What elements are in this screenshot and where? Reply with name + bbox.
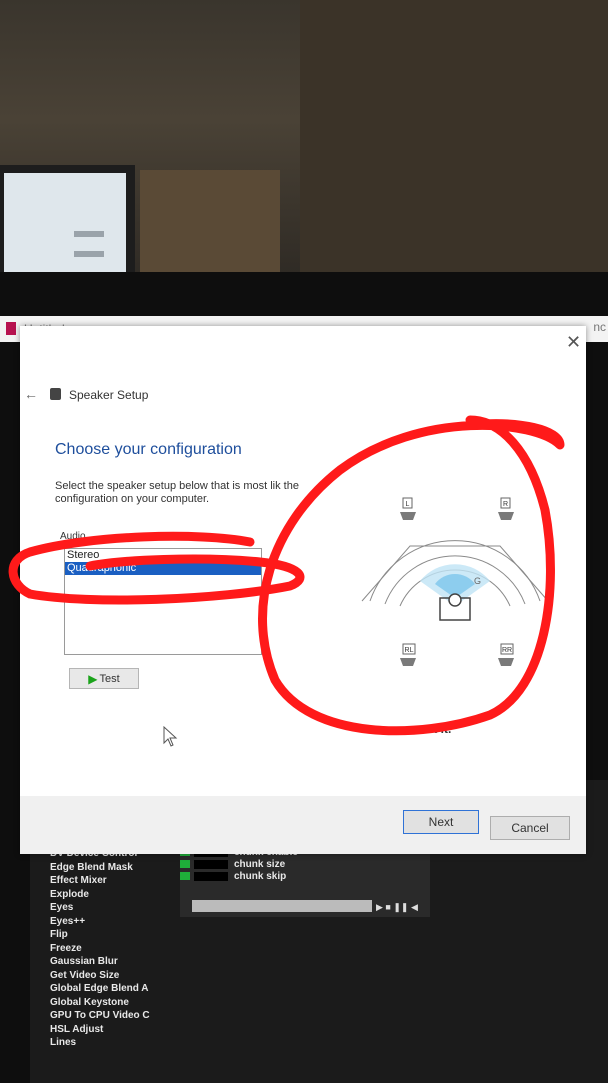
speaker-label-rl: RL [405, 647, 414, 654]
cancel-button[interactable]: Cancel [490, 816, 570, 840]
speaker-icon [50, 388, 61, 400]
page-title: Choose your configuration [55, 441, 242, 458]
play-icon: ▶ [88, 671, 98, 686]
window-title-right: nc [593, 320, 606, 334]
shelf [140, 170, 280, 280]
speaker-setup-dialog: ✕ ← Speaker Setup Choose your configurat… [20, 326, 586, 854]
effect-list-item[interactable]: Gaussian Blur [50, 955, 190, 969]
effect-list-item[interactable]: Explode [50, 888, 190, 902]
transport-controls[interactable]: ▶ ■ ❚❚ ◀ [376, 902, 418, 913]
option-quadraphonic[interactable]: Quadraphonic [65, 562, 261, 575]
wall [300, 0, 608, 280]
instructions: Select the speaker setup below that is m… [55, 480, 299, 505]
effect-list-item[interactable]: Edge Blend Mask [50, 861, 190, 875]
test-label: Test [99, 672, 120, 685]
option-stereo[interactable]: Stereo [65, 549, 261, 562]
effect-list-item[interactable]: Global Edge Blend A [50, 982, 190, 996]
effect-list-item[interactable]: GPU To CPU Video C [50, 1009, 190, 1023]
dialog-footer: Next Cancel [20, 796, 586, 854]
param-label: chunk skip [234, 870, 287, 882]
channels-listbox[interactable]: Stereo Quadraphonic [64, 548, 262, 655]
close-icon[interactable]: ✕ [566, 332, 581, 353]
param-row[interactable]: chunk size [180, 858, 430, 870]
effect-list-item[interactable]: Freeze [50, 942, 190, 956]
timeline-bar[interactable] [192, 900, 372, 912]
dialog-header: Speaker Setup [69, 388, 149, 402]
param-label: chunk size [234, 858, 286, 870]
hint-text: est it. [420, 722, 452, 736]
back-arrow-icon[interactable]: ← [24, 386, 38, 402]
mouse-pointer-icon [163, 726, 178, 747]
effect-list-item[interactable]: Flip [50, 928, 190, 942]
effects-list: DisplaceDotsDV Device ControlEdge Blend … [50, 820, 190, 1050]
effect-list-item[interactable]: Eyes [50, 901, 190, 915]
next-button[interactable]: Next [403, 810, 479, 834]
effect-list-item[interactable]: Eyes++ [50, 915, 190, 929]
effect-list-item[interactable]: HSL Adjust [50, 1023, 190, 1037]
param-field[interactable] [194, 859, 228, 869]
test-button[interactable]: ▶ Test [69, 668, 139, 689]
app-icon [6, 322, 16, 335]
speaker-diagram: G L R RL RR [361, 497, 549, 666]
svg-text:G: G [474, 576, 481, 586]
speaker-label-rr: RR [502, 647, 512, 654]
param-field[interactable] [194, 871, 228, 881]
effect-list-item[interactable]: Lines [50, 1036, 190, 1050]
param-toggle[interactable] [180, 860, 190, 868]
effect-list-item[interactable]: Get Video Size [50, 969, 190, 983]
effect-list-item[interactable]: Effect Mixer [50, 874, 190, 888]
speaker-label-fl: L [406, 501, 410, 508]
channels-label: Audio [60, 531, 86, 542]
param-toggle[interactable] [180, 872, 190, 880]
param-row[interactable]: chunk skip [180, 870, 430, 882]
effect-list-item[interactable]: Global Keystone [50, 996, 190, 1010]
speaker-label-fr: R [503, 501, 508, 508]
background-room [0, 0, 608, 300]
